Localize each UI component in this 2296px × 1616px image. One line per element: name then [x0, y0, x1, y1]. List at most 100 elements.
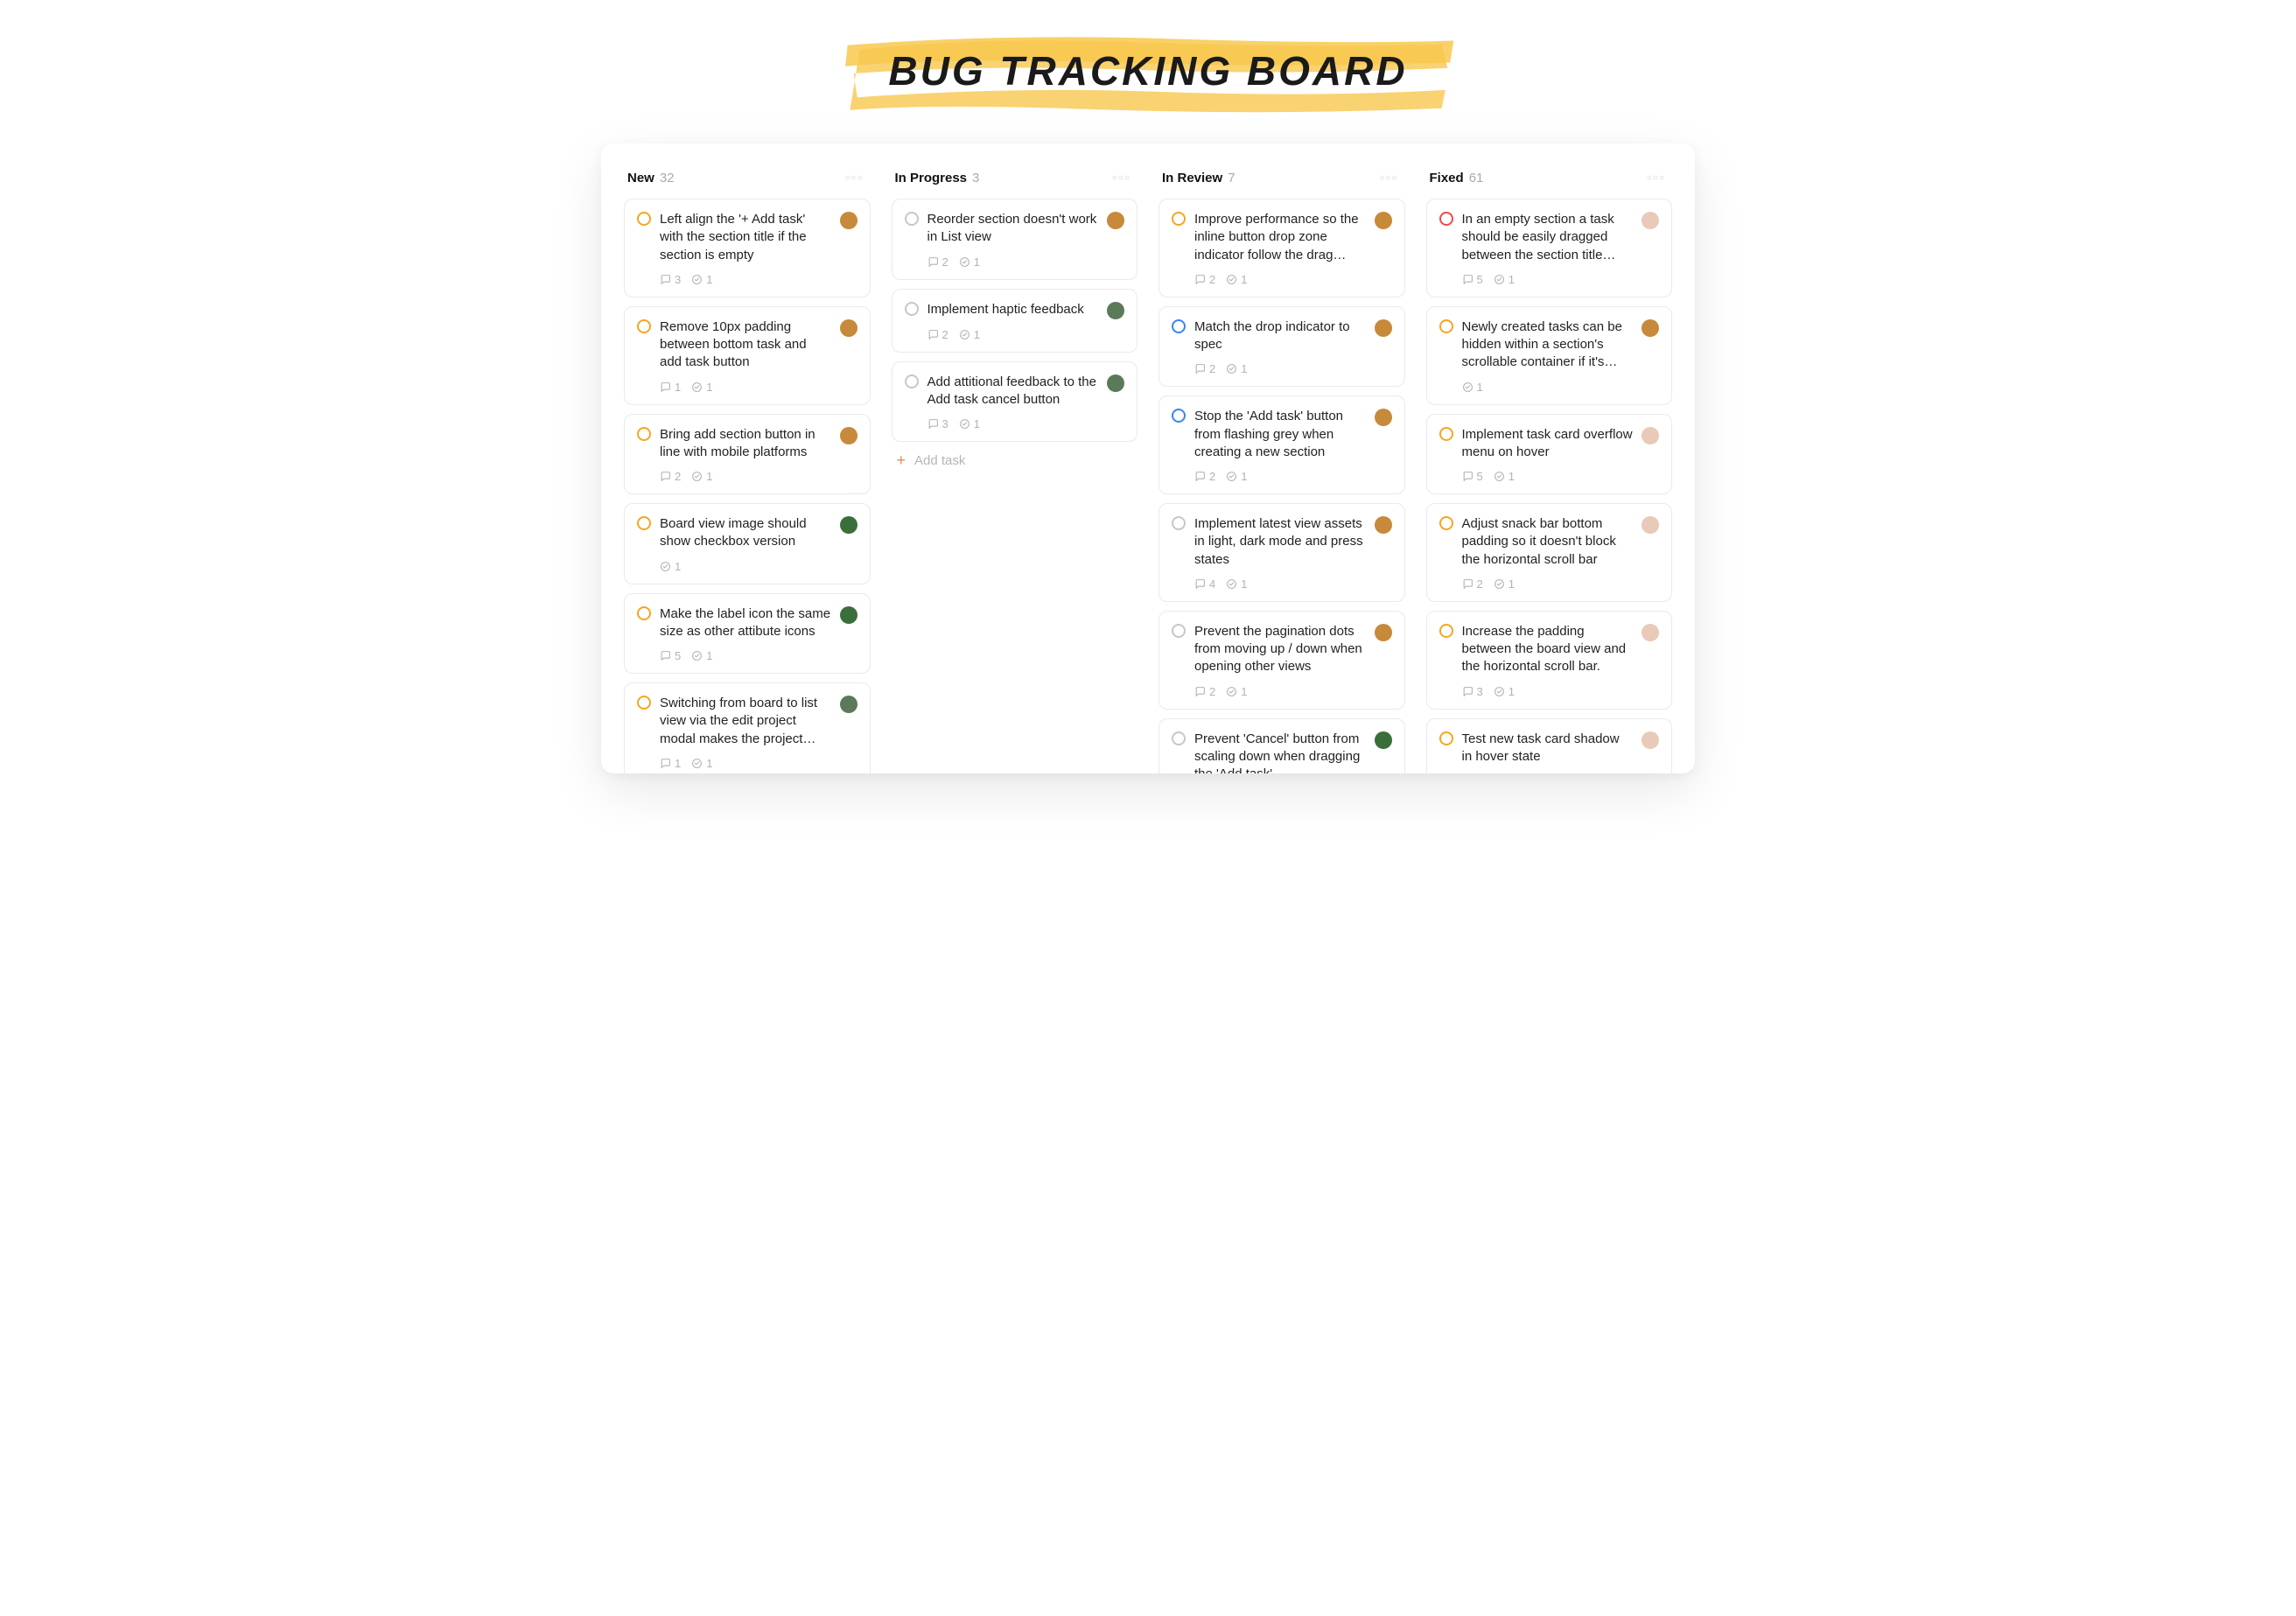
- assignee-avatar[interactable]: [840, 606, 858, 624]
- task-card[interactable]: Increase the padding between the board v…: [1426, 611, 1673, 710]
- status-ring-icon[interactable]: [1439, 624, 1453, 638]
- assignee-avatar[interactable]: [1375, 731, 1392, 749]
- assignee-avatar[interactable]: [1375, 409, 1392, 426]
- column-title[interactable]: New: [627, 171, 654, 185]
- status-ring-icon[interactable]: [1172, 409, 1186, 423]
- task-card[interactable]: Add attitional feedback to the Add task …: [892, 361, 1138, 443]
- assignee-avatar[interactable]: [1107, 374, 1124, 392]
- column-title[interactable]: In Progress: [895, 171, 968, 185]
- task-card[interactable]: Newly created tasks can be hidden within…: [1426, 306, 1673, 405]
- comment-count[interactable]: 3: [660, 273, 681, 286]
- subtask-count[interactable]: 1: [1226, 362, 1247, 375]
- subtask-count[interactable]: 1: [1494, 685, 1515, 698]
- subtask-count[interactable]: 1: [959, 417, 980, 430]
- subtask-count[interactable]: 1: [660, 560, 681, 573]
- comment-count[interactable]: 1: [660, 757, 681, 770]
- assignee-avatar[interactable]: [1107, 212, 1124, 229]
- subtask-count[interactable]: 1: [1462, 381, 1483, 394]
- comment-count[interactable]: 2: [928, 328, 948, 341]
- assignee-avatar[interactable]: [1375, 212, 1392, 229]
- subtask-count[interactable]: 1: [1494, 577, 1515, 591]
- status-ring-icon[interactable]: [637, 427, 651, 441]
- status-ring-icon[interactable]: [637, 516, 651, 530]
- subtask-count[interactable]: 1: [1226, 685, 1247, 698]
- task-card[interactable]: Improve performance so the inline button…: [1158, 199, 1405, 297]
- column-title[interactable]: In Review: [1162, 171, 1222, 185]
- comment-count[interactable]: 3: [1462, 685, 1483, 698]
- subtask-count[interactable]: 1: [1494, 470, 1515, 483]
- task-card[interactable]: Board view image should show checkbox ve…: [624, 503, 871, 584]
- comment-count[interactable]: 4: [1194, 577, 1215, 591]
- assignee-avatar[interactable]: [1642, 427, 1659, 444]
- subtask-count[interactable]: 1: [1226, 577, 1247, 591]
- comment-count[interactable]: 2: [928, 255, 948, 269]
- subtask-count[interactable]: 1: [691, 470, 712, 483]
- status-ring-icon[interactable]: [1439, 319, 1453, 333]
- status-ring-icon[interactable]: [1439, 516, 1453, 530]
- subtask-count[interactable]: 1: [1226, 470, 1247, 483]
- comment-count[interactable]: 3: [928, 417, 948, 430]
- assignee-avatar[interactable]: [1107, 302, 1124, 319]
- assignee-avatar[interactable]: [840, 319, 858, 337]
- assignee-avatar[interactable]: [1375, 319, 1392, 337]
- subtask-count[interactable]: 1: [1226, 273, 1247, 286]
- task-card[interactable]: Switching from board to list view via th…: [624, 682, 871, 773]
- column-menu-icon[interactable]: ○○○: [1109, 170, 1134, 186]
- status-ring-icon[interactable]: [905, 212, 919, 226]
- status-ring-icon[interactable]: [1172, 731, 1186, 745]
- add-task-button[interactable]: +Add task: [892, 442, 1138, 472]
- assignee-avatar[interactable]: [840, 516, 858, 534]
- comment-count[interactable]: 2: [1194, 362, 1215, 375]
- task-card[interactable]: In an empty section a task should be eas…: [1426, 199, 1673, 297]
- task-card[interactable]: Match the drop indicator to spec 2 1: [1158, 306, 1405, 388]
- status-ring-icon[interactable]: [1172, 516, 1186, 530]
- comment-count[interactable]: 2: [1194, 470, 1215, 483]
- task-card[interactable]: Adjust snack bar bottom padding so it do…: [1426, 503, 1673, 602]
- assignee-avatar[interactable]: [1642, 624, 1659, 641]
- column-menu-icon[interactable]: ○○○: [1643, 170, 1669, 186]
- task-card[interactable]: Left align the '+ Add task' with the sec…: [624, 199, 871, 297]
- comment-count[interactable]: 1: [660, 381, 681, 394]
- task-card[interactable]: Test new task card shadow in hover state…: [1426, 718, 1673, 774]
- comment-count[interactable]: 2: [1462, 577, 1483, 591]
- subtask-count[interactable]: 1: [691, 273, 712, 286]
- status-ring-icon[interactable]: [637, 212, 651, 226]
- assignee-avatar[interactable]: [1375, 624, 1392, 641]
- status-ring-icon[interactable]: [905, 374, 919, 388]
- status-ring-icon[interactable]: [637, 606, 651, 620]
- status-ring-icon[interactable]: [1172, 624, 1186, 638]
- status-ring-icon[interactable]: [1172, 319, 1186, 333]
- status-ring-icon[interactable]: [1172, 212, 1186, 226]
- subtask-count[interactable]: 1: [691, 649, 712, 662]
- task-card[interactable]: Prevent 'Cancel' button from scaling dow…: [1158, 718, 1405, 774]
- assignee-avatar[interactable]: [840, 696, 858, 713]
- comment-count[interactable]: 2: [1194, 685, 1215, 698]
- subtask-count[interactable]: 1: [691, 757, 712, 770]
- column-menu-icon[interactable]: ○○○: [1376, 170, 1401, 186]
- assignee-avatar[interactable]: [840, 212, 858, 229]
- comment-count[interactable]: 5: [1462, 470, 1483, 483]
- assignee-avatar[interactable]: [840, 427, 858, 444]
- task-card[interactable]: Bring add section button in line with mo…: [624, 414, 871, 495]
- assignee-avatar[interactable]: [1375, 516, 1392, 534]
- assignee-avatar[interactable]: [1642, 516, 1659, 534]
- subtask-count[interactable]: 1: [691, 381, 712, 394]
- task-card[interactable]: Make the label icon the same size as oth…: [624, 593, 871, 675]
- task-card[interactable]: Implement haptic feedback 2 1: [892, 289, 1138, 353]
- task-card[interactable]: Prevent the pagination dots from moving …: [1158, 611, 1405, 710]
- task-card[interactable]: Remove 10px padding between bottom task …: [624, 306, 871, 405]
- status-ring-icon[interactable]: [1439, 731, 1453, 745]
- assignee-avatar[interactable]: [1642, 212, 1659, 229]
- task-card[interactable]: Implement task card overflow menu on hov…: [1426, 414, 1673, 495]
- task-card[interactable]: Stop the 'Add task' button from flashing…: [1158, 395, 1405, 494]
- assignee-avatar[interactable]: [1642, 731, 1659, 749]
- status-ring-icon[interactable]: [637, 319, 651, 333]
- subtask-count[interactable]: 1: [1494, 273, 1515, 286]
- task-card[interactable]: Reorder section doesn't work in List vie…: [892, 199, 1138, 280]
- comment-count[interactable]: 5: [1462, 273, 1483, 286]
- column-title[interactable]: Fixed: [1430, 171, 1464, 185]
- column-menu-icon[interactable]: ○○○: [841, 170, 866, 186]
- assignee-avatar[interactable]: [1642, 319, 1659, 337]
- subtask-count[interactable]: 1: [959, 255, 980, 269]
- status-ring-icon[interactable]: [1439, 427, 1453, 441]
